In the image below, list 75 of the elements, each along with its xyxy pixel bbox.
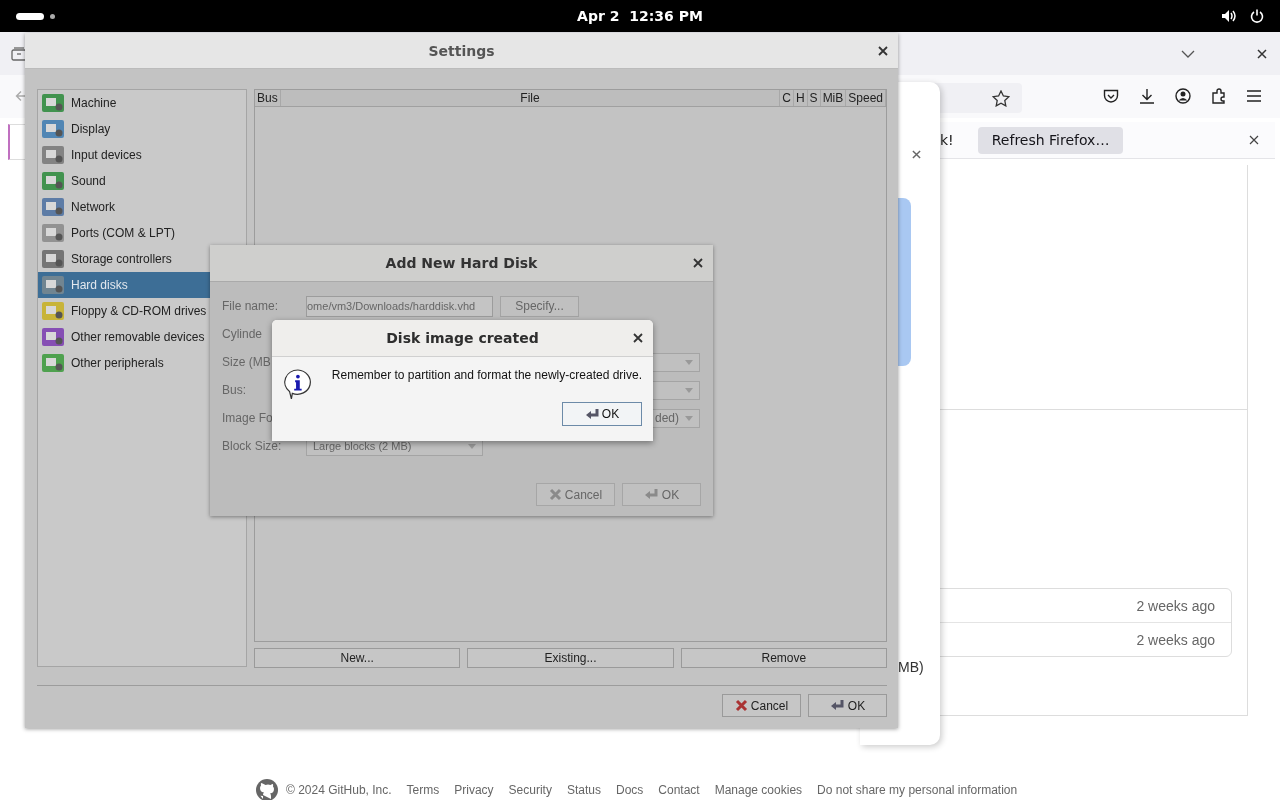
chevron-down-icon[interactable]: [1181, 50, 1195, 58]
column-header[interactable]: File: [280, 90, 781, 106]
copyright-text: © 2024 GitHub, Inc.: [286, 783, 392, 797]
category-item[interactable]: Sound: [38, 168, 246, 194]
activities-indicator[interactable]: [16, 12, 44, 20]
info-icon: [283, 367, 313, 401]
cancel-button[interactable]: Cancel: [722, 694, 801, 717]
caret-icon: [468, 443, 476, 449]
close-icon[interactable]: [1257, 49, 1267, 59]
time-label: 2 weeks ago: [1136, 597, 1215, 614]
tab-list-icon[interactable]: [11, 47, 27, 61]
clock[interactable]: Apr 2 12:36 PM: [577, 8, 703, 24]
volume-icon[interactable]: [1221, 9, 1237, 23]
caret-icon: [685, 359, 693, 365]
category-item[interactable]: Input devices: [38, 142, 246, 168]
category-item[interactable]: Storage controllers: [38, 246, 246, 272]
caret-icon: [685, 387, 693, 393]
refresh-button[interactable]: Refresh Firefox…: [977, 126, 1124, 154]
column-header[interactable]: H: [793, 90, 808, 106]
time-label: 2 weeks ago: [1136, 631, 1215, 648]
table-action-button[interactable]: Existing...: [467, 648, 674, 668]
window-title: Settings: [428, 42, 495, 59]
pocket-icon[interactable]: [1103, 88, 1119, 104]
power-icon[interactable]: [1250, 9, 1264, 23]
footer-link[interactable]: Do not share my personal information: [817, 783, 1018, 797]
cross-icon: [548, 488, 562, 501]
field-label: Bus:: [222, 383, 247, 397]
footer-link[interactable]: Docs: [615, 783, 644, 797]
dialog-title: Add New Hard Disk: [385, 255, 538, 271]
tab-thumbnail: [8, 124, 28, 160]
category-item[interactable]: Network: [38, 194, 246, 220]
footer-link[interactable]: Status: [566, 783, 601, 797]
message-text: Remember to partition and format the newly-created drive.: [331, 368, 642, 382]
field-label: Image Fo: [222, 411, 274, 425]
column-header[interactable]: Bus: [255, 90, 281, 106]
close-icon[interactable]: [878, 45, 888, 56]
category-item[interactable]: Display: [38, 116, 246, 142]
field-label: Cylinde: [222, 327, 264, 341]
account-icon[interactable]: [1175, 88, 1191, 104]
ok-button[interactable]: OK: [808, 694, 887, 717]
size-text: MB): [898, 659, 924, 675]
column-header[interactable]: S: [807, 90, 821, 106]
download-icon[interactable]: [1139, 88, 1155, 104]
column-header[interactable]: C: [780, 90, 794, 106]
cross-icon: [734, 699, 748, 712]
enter-arrow-icon: [584, 407, 600, 421]
puzzle-icon[interactable]: [1211, 88, 1227, 104]
ok-button[interactable]: OK: [562, 402, 642, 426]
star-icon[interactable]: [992, 89, 1010, 107]
close-icon[interactable]: [912, 150, 921, 159]
field-label: Size (MB: [222, 355, 272, 369]
octocat-icon[interactable]: [255, 778, 279, 800]
table-action-button[interactable]: New...: [254, 648, 461, 668]
workspace-dot[interactable]: [50, 13, 55, 19]
field-label: File name:: [222, 299, 280, 313]
enter-arrow-icon: [829, 699, 845, 712]
close-icon[interactable]: [693, 258, 703, 268]
category-item[interactable]: Ports (COM & LPT): [38, 220, 246, 246]
table-action-button[interactable]: Remove: [680, 648, 887, 668]
footer-link[interactable]: Contact: [658, 783, 700, 797]
category-item[interactable]: Machine: [38, 90, 246, 116]
footer-link[interactable]: Privacy: [454, 783, 494, 797]
dialog-title: Disk image created: [386, 330, 539, 346]
notification-text: k!: [940, 132, 954, 148]
footer-link[interactable]: Manage cookies: [714, 783, 803, 797]
column-header[interactable]: MiB: [820, 90, 847, 106]
footer-link[interactable]: Terms: [406, 783, 440, 797]
close-icon[interactable]: [1249, 135, 1259, 145]
field-label: Block Size:: [222, 439, 283, 453]
footer-link[interactable]: Security: [508, 783, 552, 797]
column-header[interactable]: Speed: [846, 90, 886, 106]
caret-icon: [685, 415, 693, 421]
menu-icon[interactable]: [1247, 90, 1261, 102]
enter-arrow-icon: [643, 488, 659, 501]
close-icon[interactable]: [633, 333, 643, 343]
